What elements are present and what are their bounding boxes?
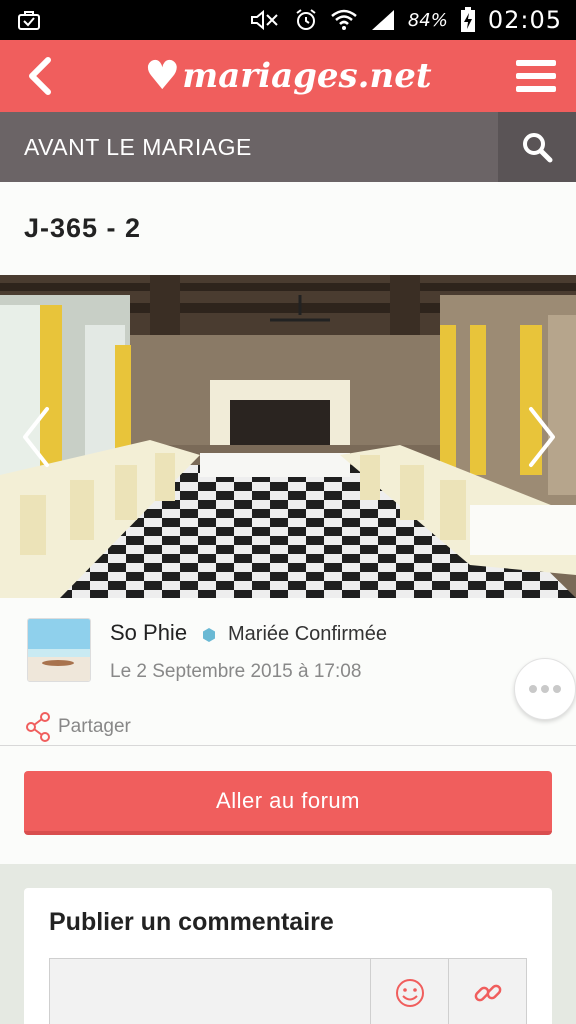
comment-input[interactable] <box>50 959 370 1024</box>
smiley-icon <box>395 979 424 1007</box>
comment-title: Publier un commentaire <box>49 908 334 936</box>
more-dot <box>553 685 561 693</box>
menu-button[interactable] <box>512 52 560 100</box>
status-bar: 84% 02:05 <box>0 0 576 40</box>
section-title[interactable]: AVANT LE MARIAGE <box>0 134 498 161</box>
search-button[interactable] <box>498 112 576 182</box>
author-name[interactable]: So Phie <box>110 620 187 646</box>
section-bar: AVANT LE MARIAGE <box>0 112 576 182</box>
wifi-icon <box>330 8 358 32</box>
photo-prev-button[interactable] <box>14 400 58 474</box>
post-date: Le 2 Septembre 2015 à 17:08 <box>110 661 362 682</box>
post-photo[interactable] <box>0 275 576 598</box>
signal-icon <box>370 8 396 32</box>
logo-text: mariages.net <box>182 56 432 96</box>
post-header: J-365 - 2 <box>0 182 576 275</box>
mute-icon <box>248 9 282 31</box>
link-button[interactable] <box>448 959 526 1024</box>
more-dot <box>541 685 549 693</box>
go-to-forum-button[interactable]: Aller au forum <box>24 771 552 835</box>
link-icon <box>474 984 501 1002</box>
share-label: Partager <box>58 716 131 737</box>
author-badge: Mariée Confirmée <box>228 623 387 645</box>
heart-icon: ♥ <box>144 52 181 99</box>
alarm-icon <box>294 8 318 32</box>
hamburger-icon <box>515 60 556 92</box>
share-icon <box>26 712 50 742</box>
more-dots-icon <box>529 685 537 693</box>
search-icon <box>523 133 553 163</box>
avatar[interactable] <box>27 618 91 682</box>
battery-percent: 84% <box>407 9 448 31</box>
clock: 02:05 <box>487 6 562 34</box>
photo-next-button[interactable] <box>520 400 564 474</box>
more-options-button[interactable] <box>514 658 576 720</box>
chevron-left-icon <box>23 407 49 467</box>
forum-section: Aller au forum <box>0 746 576 864</box>
share-button[interactable]: Partager <box>26 712 131 742</box>
comment-card: Publier un commentaire <box>24 888 552 1024</box>
chevron-left-icon <box>29 57 51 95</box>
hexagon-badge-icon <box>203 628 215 642</box>
post-title: J-365 - 2 <box>24 213 142 243</box>
back-button[interactable] <box>16 52 64 100</box>
mariages-logo[interactable]: ♥ mariages.net <box>144 52 432 99</box>
emoji-button[interactable] <box>370 959 448 1024</box>
post-author: So Phie Mariée Confirmée Le 2 Septembre … <box>0 598 576 746</box>
briefcase-icon <box>18 10 40 30</box>
chevron-right-icon <box>529 407 555 467</box>
banquet-hall-image <box>0 275 576 598</box>
battery-charging-icon <box>460 7 476 33</box>
app-header: ♥ mariages.net <box>0 40 576 112</box>
comment-box <box>49 958 527 1024</box>
